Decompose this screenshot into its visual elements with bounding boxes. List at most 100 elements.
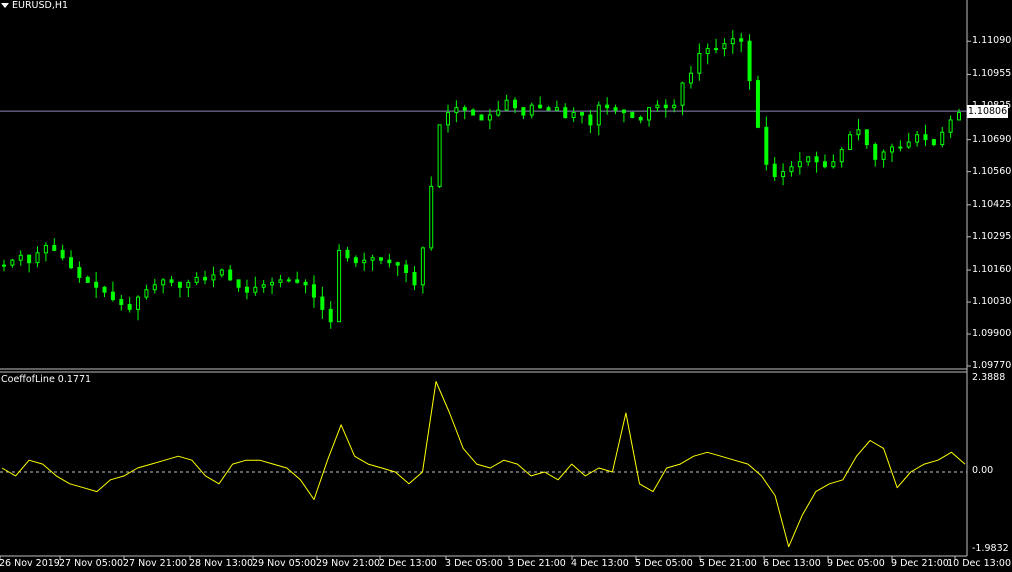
time-tick-label: 27 Nov 21:00 bbox=[123, 558, 188, 569]
indicator-min-label: -1.9832 bbox=[972, 543, 1009, 554]
candle-body bbox=[697, 53, 702, 74]
time-tick-label: 6 Dec 13:00 bbox=[763, 558, 821, 569]
price-tick-label: 1.09900 bbox=[972, 328, 1012, 339]
candle-body bbox=[395, 262, 400, 266]
candle-body bbox=[94, 281, 99, 288]
candle-body bbox=[27, 254, 32, 264]
candle-body bbox=[119, 299, 124, 305]
candle-body bbox=[529, 104, 534, 116]
candle-body bbox=[52, 244, 57, 251]
candle-body bbox=[856, 129, 861, 136]
indicator-series-line bbox=[1, 381, 966, 548]
candle-body bbox=[462, 107, 467, 111]
candle-body bbox=[286, 279, 291, 282]
candle-body bbox=[814, 156, 819, 163]
current-price-badge: 1.10806 bbox=[967, 105, 1008, 119]
candle-body bbox=[102, 286, 107, 293]
time-tick-label: 26 Nov 2019 bbox=[0, 558, 60, 569]
candle-body bbox=[69, 257, 74, 269]
candle-body bbox=[580, 112, 585, 116]
price-tick-label: 1.10160 bbox=[972, 264, 1012, 276]
candle-body bbox=[806, 156, 811, 163]
candle-body bbox=[328, 308, 333, 323]
chart-canvas[interactable] bbox=[0, 0, 1012, 572]
candle-body bbox=[35, 252, 40, 264]
price-tick-label: 1.10425 bbox=[972, 198, 1012, 210]
candle-body bbox=[688, 72, 693, 84]
candle-body bbox=[43, 244, 48, 254]
indicator-line bbox=[0, 381, 967, 548]
candle-body bbox=[244, 286, 249, 293]
candle-body bbox=[420, 247, 425, 286]
candle-body bbox=[77, 267, 82, 278]
candle-body bbox=[831, 161, 836, 168]
candle-body bbox=[605, 104, 610, 109]
candle-body bbox=[437, 124, 442, 187]
candle-body bbox=[18, 254, 23, 261]
candle-body bbox=[940, 131, 945, 146]
candle-body bbox=[714, 48, 719, 51]
candle-body bbox=[931, 139, 936, 146]
candle-body bbox=[747, 40, 752, 82]
candle-body bbox=[353, 257, 358, 264]
candle-body bbox=[487, 114, 492, 121]
candle-body bbox=[898, 146, 903, 149]
candle-body bbox=[253, 286, 258, 293]
candle-body bbox=[672, 104, 677, 109]
candle-body bbox=[236, 279, 241, 288]
candle-body bbox=[337, 249, 342, 323]
candle-body bbox=[429, 185, 434, 249]
candle-body bbox=[613, 107, 618, 111]
time-tick-label: 3 Dec 21:00 bbox=[508, 558, 566, 569]
candle-body bbox=[839, 148, 844, 163]
candle-body bbox=[563, 107, 568, 118]
price-candles bbox=[2, 30, 961, 329]
candle-body bbox=[705, 48, 710, 55]
chart-window[interactable]: EURUSD,H1 CoeffofLine 0.1771 1.11090 1.10… bbox=[0, 0, 1012, 572]
price-tick-label: 1.10295 bbox=[972, 230, 1012, 242]
candle-body bbox=[161, 279, 166, 286]
candle-body bbox=[596, 104, 601, 126]
candle-body bbox=[864, 129, 869, 146]
time-tick-label: 4 Dec 13:00 bbox=[571, 558, 629, 569]
candle-body bbox=[278, 279, 283, 283]
dropdown-arrow-icon[interactable] bbox=[1, 3, 9, 8]
time-tick-label: 3 Dec 05:00 bbox=[445, 558, 503, 569]
candle-body bbox=[370, 257, 375, 261]
candle-body bbox=[957, 112, 961, 121]
candle-body bbox=[504, 99, 509, 111]
candle-body bbox=[404, 264, 409, 274]
candle-body bbox=[881, 151, 886, 160]
time-tick-label: 5 Dec 05:00 bbox=[635, 558, 693, 569]
candle-body bbox=[789, 166, 794, 173]
candle-body bbox=[127, 303, 132, 310]
candle-body bbox=[496, 109, 501, 116]
candle-body bbox=[412, 272, 417, 286]
candle-body bbox=[755, 80, 760, 128]
candle-body bbox=[513, 99, 518, 109]
candle-body bbox=[546, 107, 551, 111]
candle-body bbox=[781, 171, 786, 178]
candle-body bbox=[320, 296, 325, 310]
candle-body bbox=[948, 119, 953, 133]
candle-body bbox=[85, 276, 90, 283]
candle-body bbox=[303, 281, 308, 286]
candle-body bbox=[906, 141, 911, 148]
time-tick-label: 5 Dec 21:00 bbox=[699, 558, 757, 569]
candle-body bbox=[889, 146, 894, 153]
candle-body bbox=[538, 104, 543, 109]
candle-body bbox=[764, 126, 769, 165]
candle-body bbox=[638, 116, 643, 121]
candle-body bbox=[915, 134, 920, 143]
candle-body bbox=[772, 163, 777, 178]
chart-frame bbox=[0, 0, 971, 560]
candle-body bbox=[554, 107, 559, 111]
candle-body bbox=[311, 284, 316, 298]
candle-body bbox=[647, 107, 652, 121]
time-tick-label: 9 Dec 21:00 bbox=[891, 558, 949, 569]
candle-body bbox=[261, 284, 266, 288]
time-tick-label: 28 Nov 13:00 bbox=[189, 558, 254, 569]
candle-body bbox=[169, 279, 174, 283]
time-tick-label: 10 Dec 13:00 bbox=[947, 558, 1011, 569]
candle-body bbox=[621, 109, 626, 114]
